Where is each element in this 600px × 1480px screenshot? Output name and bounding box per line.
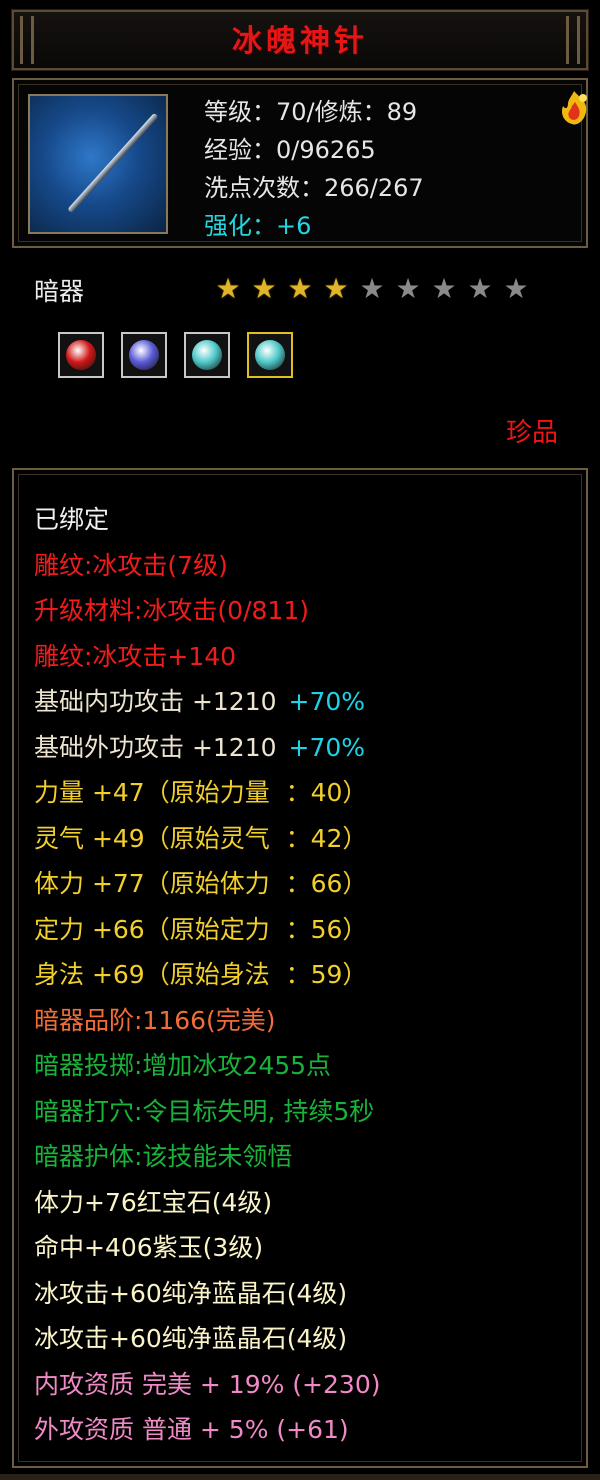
attribute-text: 暗器护体:该技能未领悟 bbox=[34, 1142, 293, 1171]
gem-slot[interactable] bbox=[58, 332, 104, 378]
attribute-line: 暗器投掷:增加冰攻2455点 bbox=[34, 1046, 331, 1082]
attribute-text: 雕纹:冰攻击(7级) bbox=[34, 550, 228, 580]
attribute-line: 雕纹:冰攻击+140 bbox=[34, 637, 236, 673]
gem-slot[interactable] bbox=[184, 332, 230, 378]
attribute-text: 冰攻击+60纯净蓝晶石(4级) bbox=[34, 1278, 348, 1308]
star-filled-icon: ★ bbox=[251, 272, 277, 305]
attribute-line: 定力 +66（原始定力 ：56） bbox=[34, 910, 367, 946]
attribute-line: 冰攻击+60纯净蓝晶石(4级) bbox=[34, 1319, 347, 1355]
star-filled-icon: ★ bbox=[287, 272, 313, 305]
gem-slot[interactable] bbox=[247, 332, 293, 378]
attribute-line: 体力+76红宝石(4级) bbox=[34, 1183, 272, 1219]
star-empty-icon: ★ bbox=[431, 272, 457, 305]
enhance-line: 强化：+6 bbox=[204, 212, 312, 240]
attribute-text: 雕纹:冰攻击+140 bbox=[34, 641, 237, 671]
needle-weapon-icon bbox=[28, 94, 168, 234]
attribute-text: 基础内功攻击 +1210 bbox=[34, 687, 277, 716]
attribute-text: 暗器打穴:令目标失明, 持续5秒 bbox=[34, 1096, 375, 1126]
attribute-text: 力量 +47（原始力量 ：40） bbox=[34, 778, 368, 807]
attribute-line: 身法 +69（原始身法 ：59） bbox=[34, 955, 367, 991]
item-title: 冰魄神针 bbox=[232, 24, 368, 59]
attribute-text: 体力+76红宝石(4级) bbox=[34, 1187, 273, 1217]
star-empty-icon: ★ bbox=[395, 272, 421, 305]
star-empty-icon: ★ bbox=[359, 272, 385, 305]
bottom-border bbox=[0, 1474, 600, 1480]
gem-slot[interactable] bbox=[121, 332, 167, 378]
attribute-line: 升级材料:冰攻击(0/811) bbox=[34, 591, 309, 627]
title-bar: 冰魄神针 bbox=[11, 9, 589, 71]
attribute-line: 暗器打穴:令目标失明, 持续5秒 bbox=[34, 1092, 374, 1128]
wash-line: 洗点次数：266/267 bbox=[204, 174, 424, 202]
attribute-text: 命中+406紫玉(3级) bbox=[34, 1233, 264, 1262]
attribute-text: 已绑定 bbox=[34, 505, 110, 534]
attribute-text: 暗器品阶:1166(完美) bbox=[34, 1005, 276, 1035]
purple-gem-icon bbox=[129, 340, 159, 370]
attribute-text: 内攻资质 完美 + 19% (+230) bbox=[34, 1369, 381, 1399]
attribute-line: 暗器护体:该技能未领悟 bbox=[34, 1137, 292, 1173]
quality-label: 珍品 bbox=[505, 418, 558, 448]
item-header-panel: 等级：70/修炼：89 经验：0/96265 洗点次数：266/267 强化：+… bbox=[12, 78, 588, 248]
attribute-line: 基础外功攻击 +1210 +70% bbox=[34, 728, 365, 764]
item-tooltip: 冰魄神针 等级：70/修炼：89 经验：0/96265 洗点次数：266/267… bbox=[0, 0, 600, 1480]
title-ornament-left bbox=[20, 16, 34, 64]
blue-crystal-icon bbox=[255, 340, 285, 370]
attribute-text: 冰攻击+60纯净蓝晶石(4级) bbox=[34, 1324, 348, 1353]
attribute-text: 灵气 +49（原始灵气 ：42） bbox=[34, 823, 368, 853]
attribute-text: 暗器投掷:增加冰攻2455点 bbox=[34, 1051, 332, 1080]
attribute-text: 升级材料:冰攻击(0/811) bbox=[34, 596, 309, 625]
star-filled-icon: ★ bbox=[215, 272, 241, 305]
attribute-text: 身法 +69（原始身法 ：59） bbox=[34, 960, 368, 989]
attribute-text: 外攻资质 普通 + 5% (+61) bbox=[34, 1415, 349, 1444]
attribute-line: 内攻资质 完美 + 19% (+230) bbox=[34, 1365, 380, 1401]
star-empty-icon: ★ bbox=[503, 272, 529, 305]
star-empty-icon: ★ bbox=[467, 272, 493, 305]
exp-line: 经验：0/96265 bbox=[204, 136, 376, 164]
red-gem-icon bbox=[66, 340, 96, 370]
flame-gem-badge-icon bbox=[562, 91, 587, 125]
attribute-percent: +70% bbox=[288, 732, 366, 762]
attribute-line: 外攻资质 普通 + 5% (+61) bbox=[34, 1410, 349, 1446]
blue-crystal-icon bbox=[192, 340, 222, 370]
attribute-text: 基础外功攻击 +1210 bbox=[34, 732, 277, 762]
attribute-line: 暗器品阶:1166(完美) bbox=[34, 1001, 276, 1037]
attribute-line: 基础内功攻击 +1210 +70% bbox=[34, 682, 365, 718]
item-type-label: 暗器 bbox=[34, 277, 85, 306]
attribute-line: 力量 +47（原始力量 ：40） bbox=[34, 773, 367, 809]
attribute-line: 已绑定 bbox=[34, 500, 109, 536]
attribute-line: 体力 +77（原始体力 ：66） bbox=[34, 864, 367, 900]
attribute-text: 体力 +77（原始体力 ：66） bbox=[34, 869, 368, 898]
attribute-line: 冰攻击+60纯净蓝晶石(4级) bbox=[34, 1274, 347, 1310]
star-rating: ★ ★ ★ ★ ★ ★ ★ ★ ★ bbox=[210, 272, 534, 306]
title-ornament-right bbox=[566, 16, 580, 64]
attribute-percent: +70% bbox=[288, 687, 366, 716]
attribute-line: 命中+406紫玉(3级) bbox=[34, 1228, 263, 1264]
attribute-line: 雕纹:冰攻击(7级) bbox=[34, 546, 228, 582]
star-filled-icon: ★ bbox=[323, 272, 349, 305]
attribute-line: 灵气 +49（原始灵气 ：42） bbox=[34, 819, 367, 855]
level-line: 等级：70/修炼：89 bbox=[204, 98, 418, 126]
attribute-text: 定力 +66（原始定力 ：56） bbox=[34, 914, 368, 944]
